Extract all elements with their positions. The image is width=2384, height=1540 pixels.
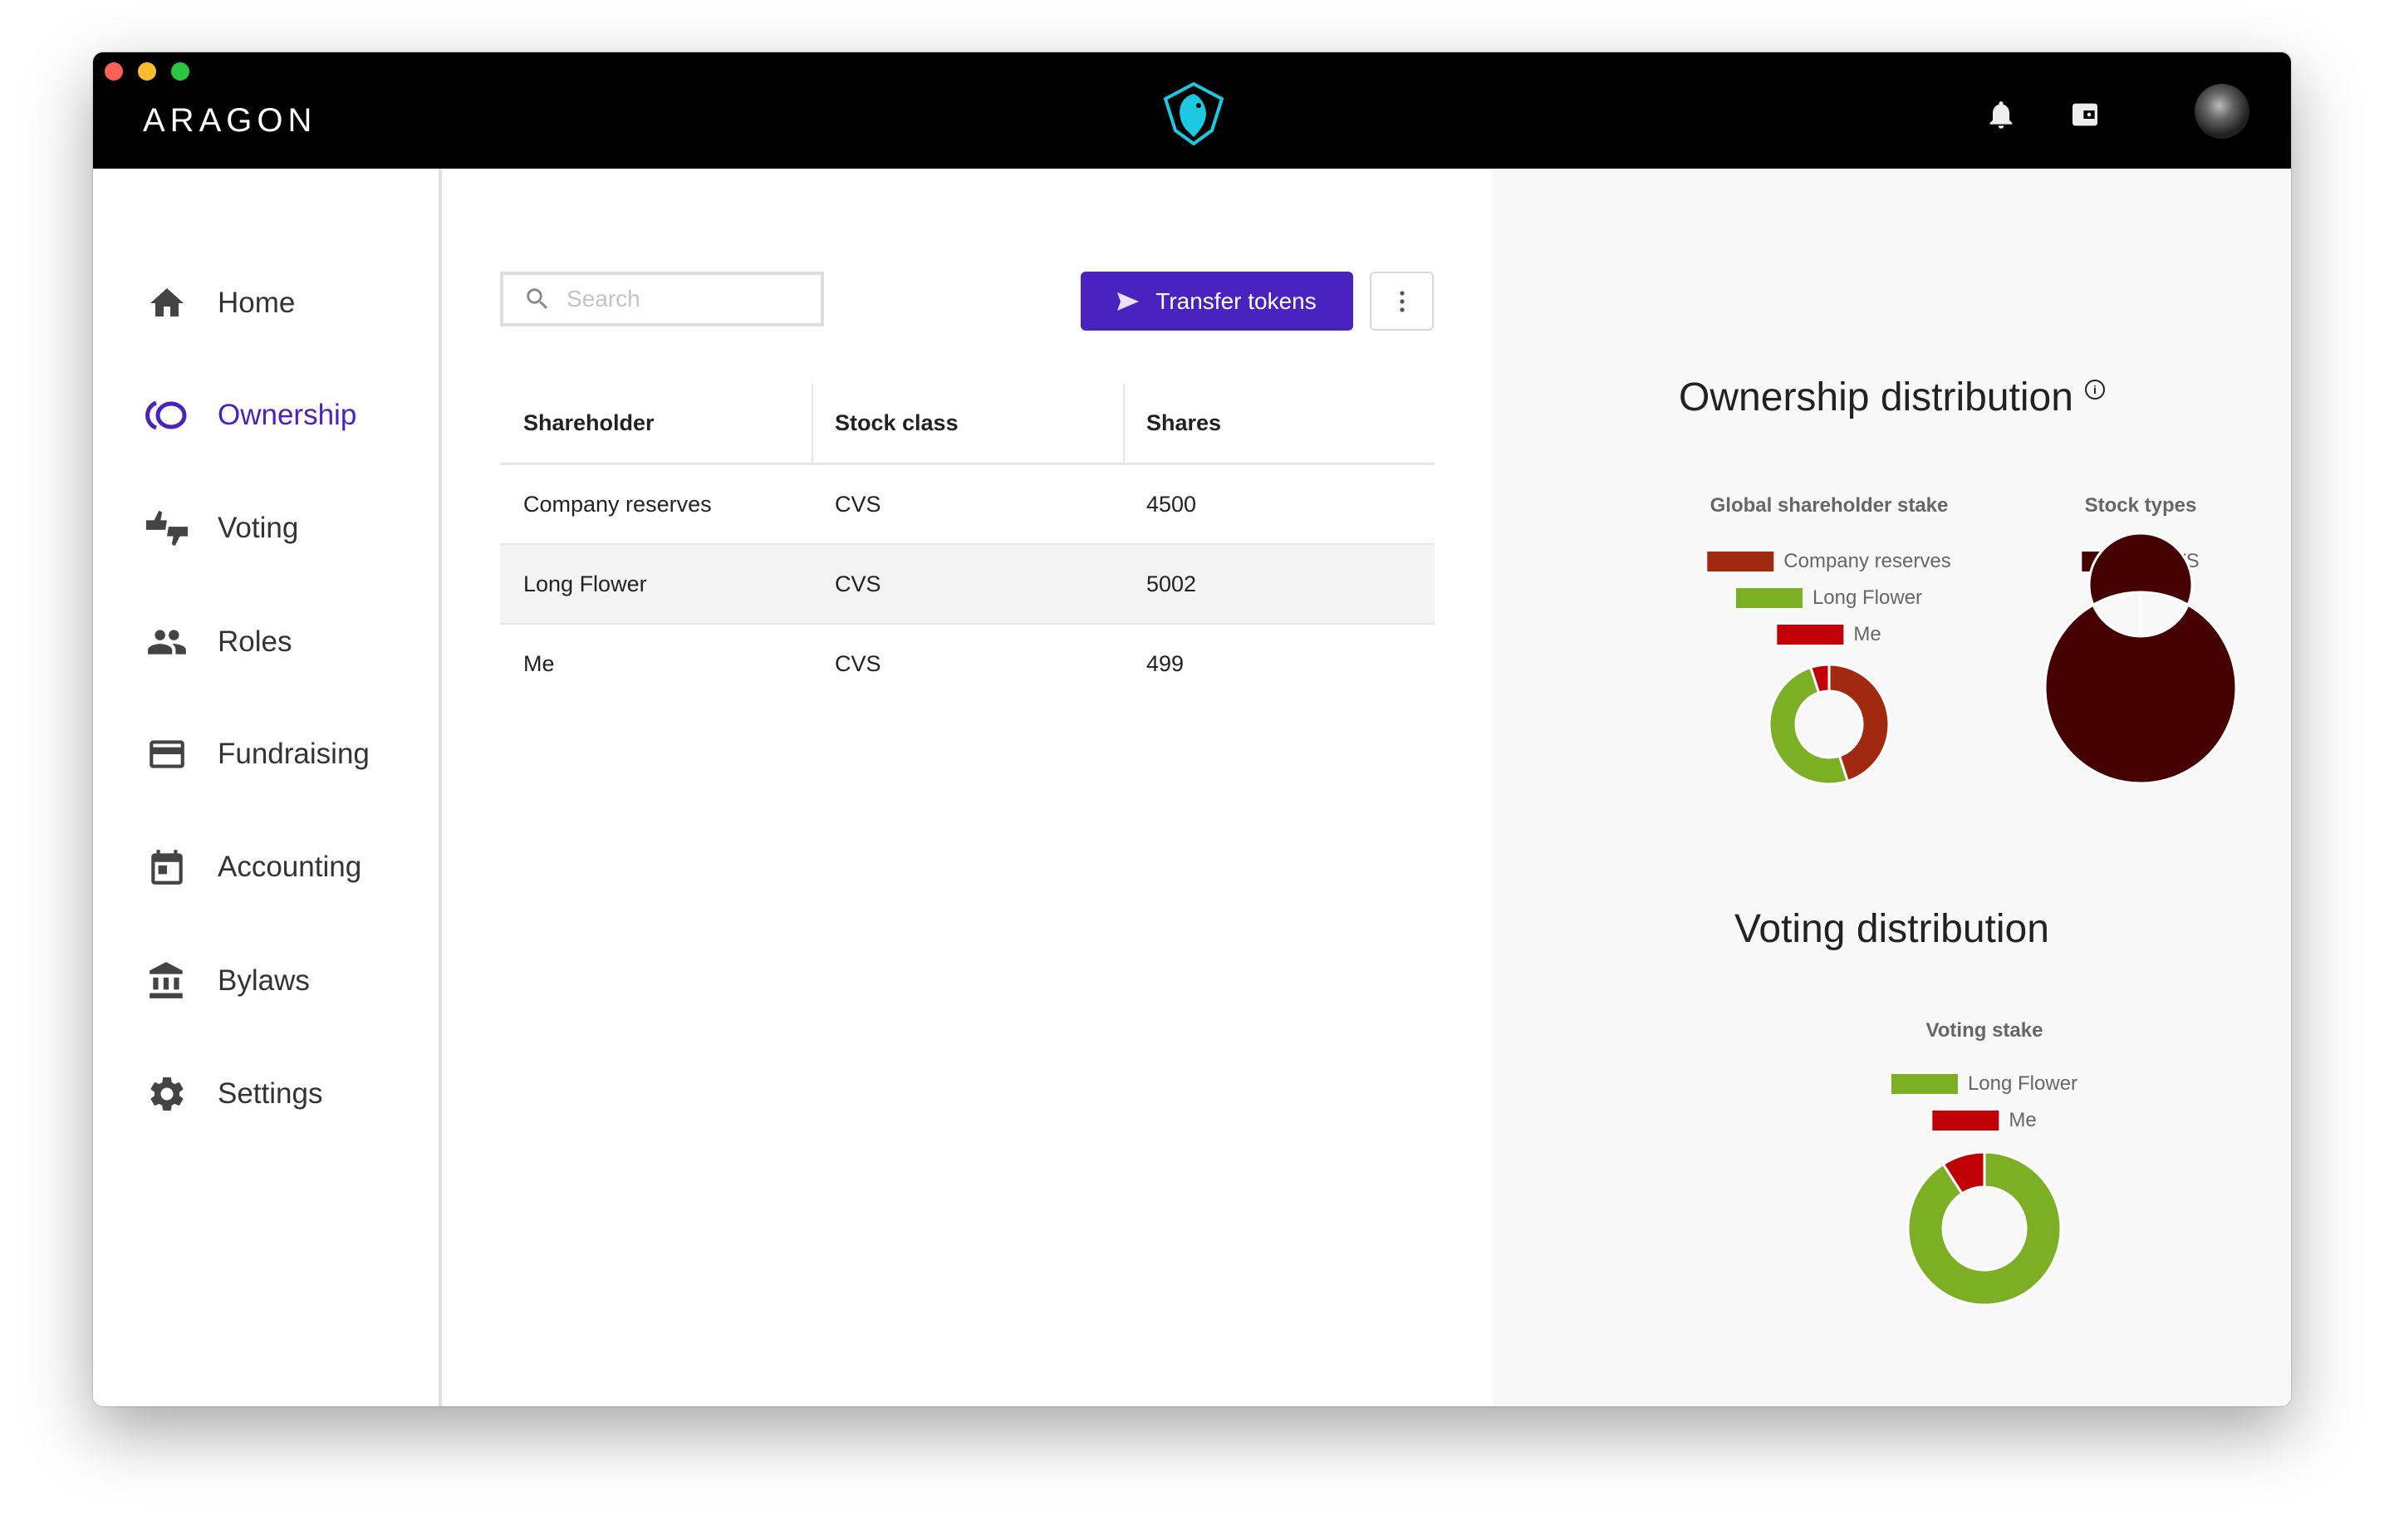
legend-swatch	[1891, 1074, 1958, 1094]
ownership-icon	[145, 393, 189, 438]
chart-title-stock-types: Stock types	[2084, 494, 2197, 517]
legend-swatch	[1735, 588, 1803, 608]
cell-shares: 5002	[1146, 571, 1197, 596]
cell-shareholder: Company reserves	[523, 491, 712, 517]
column-divider	[1123, 384, 1125, 463]
sidebar-item-label: Home	[218, 287, 296, 319]
send-icon	[1117, 292, 1140, 311]
sidebar-item-label: Fundraising	[218, 738, 370, 770]
close-window-button[interactable]	[105, 62, 123, 81]
sidebar-item-label: Bylaws	[218, 964, 310, 997]
table-row[interactable]: Me CVS 499	[500, 625, 1435, 703]
legend-item-company-reserves: Company reserves	[1707, 550, 1951, 573]
ownership-distribution-label: Ownership distribution	[1679, 375, 2073, 419]
gear-icon	[145, 1072, 189, 1116]
sidebar-item-accounting[interactable]: Accounting	[93, 834, 439, 900]
bank-icon	[145, 959, 189, 1003]
voting-distribution-title: Voting distribution	[1734, 907, 2049, 951]
sidebar-item-settings[interactable]: Settings	[93, 1061, 439, 1127]
column-header-shareholder[interactable]: Shareholder	[523, 384, 655, 463]
legend-label: Me	[2009, 1109, 2037, 1131]
more-options-button[interactable]	[1370, 272, 1434, 331]
sidebar-item-label: Voting	[218, 512, 299, 544]
legend-item-long-flower: Long Flower	[1735, 586, 1923, 610]
cell-shareholder: Me	[523, 650, 555, 676]
roles-icon	[145, 620, 189, 665]
sidebar-item-home[interactable]: Home	[93, 270, 439, 336]
column-divider	[812, 384, 813, 463]
sidebar-item-ownership[interactable]: Ownership	[93, 382, 439, 449]
column-header-stock-class[interactable]: Stock class	[835, 384, 959, 463]
table-row[interactable]: Long Flower CVS 5002	[500, 545, 1435, 625]
aragon-eagle-logo-icon	[1163, 82, 1224, 145]
ownership-distribution-title: Ownership distribution i	[1493, 375, 2291, 420]
cell-shareholder: Long Flower	[523, 571, 647, 596]
app-window: ARAGON Home Ownership Voting Roles Fundr…	[93, 52, 2291, 1406]
voting-icon	[145, 506, 189, 551]
notification-bell-icon[interactable]	[1984, 98, 2018, 131]
column-header-shares[interactable]: Shares	[1146, 384, 1221, 463]
user-avatar[interactable]	[2195, 84, 2249, 139]
chart-title-voting-stake: Voting stake	[1925, 1019, 2043, 1042]
stock-types-donut	[2043, 532, 2238, 785]
legend-label: Company reserves	[1783, 550, 1951, 572]
chart-title-global-shareholder-stake: Global shareholder stake	[1710, 494, 1949, 517]
info-icon[interactable]: i	[2084, 380, 2105, 400]
cell-shares: 499	[1146, 650, 1185, 676]
search-input[interactable]	[565, 285, 817, 313]
cell-shares: 4500	[1146, 491, 1197, 517]
cell-stock-class: CVS	[835, 571, 881, 596]
brand-logo[interactable]: ARAGON	[143, 102, 316, 140]
table-row[interactable]: Company reserves CVS 4500	[500, 465, 1435, 545]
calendar-icon	[145, 845, 189, 890]
sidebar-item-label: Settings	[218, 1077, 323, 1110]
main-content: Transfer tokens Shareholder Stock class …	[442, 169, 1493, 1406]
legend-label: Long Flower	[1967, 1072, 2078, 1095]
maximize-window-button[interactable]	[171, 62, 189, 81]
distribution-panel: Ownership distribution i Global sharehold…	[1493, 169, 2291, 1406]
cell-stock-class: CVS	[835, 491, 881, 517]
more-vertical-icon	[1399, 290, 1405, 312]
minimize-window-button[interactable]	[138, 62, 156, 81]
sidebar-item-label: Accounting	[218, 851, 362, 883]
sidebar-item-fundraising[interactable]: Fundraising	[93, 721, 439, 787]
legend-item-me: Me	[1932, 1109, 2037, 1132]
credit-card-icon	[145, 732, 189, 777]
cell-stock-class: CVS	[835, 650, 881, 676]
wallet-icon[interactable]	[2068, 98, 2102, 131]
donut-slice-cvs[interactable]	[2043, 532, 2238, 785]
sidebar-item-label: Roles	[218, 625, 292, 658]
sidebar-item-label: Ownership	[218, 399, 357, 431]
legend-item-long-flower: Long Flower	[1891, 1072, 2077, 1096]
sidebar-item-bylaws[interactable]: Bylaws	[93, 948, 439, 1014]
transfer-tokens-button[interactable]: Transfer tokens	[1081, 272, 1353, 331]
shareholders-table: Shareholder Stock class Shares Company r…	[500, 384, 1435, 703]
table-header-row: Shareholder Stock class Shares	[500, 384, 1435, 465]
legend-swatch	[1707, 552, 1774, 571]
search-field[interactable]	[500, 272, 824, 326]
sidebar-item-voting[interactable]: Voting	[93, 495, 439, 562]
home-icon	[145, 281, 189, 326]
top-bar: ARAGON	[93, 52, 2291, 169]
sidebar-item-roles[interactable]: Roles	[93, 609, 439, 675]
legend-swatch	[1932, 1111, 1999, 1130]
legend-label: Long Flower	[1812, 586, 1923, 609]
transfer-tokens-label: Transfer tokens	[1155, 287, 1317, 314]
sidebar: Home Ownership Voting Roles Fundraising	[93, 169, 442, 1406]
voting-stake-donut	[1906, 1150, 2063, 1307]
global-shareholder-stake-donut	[1768, 663, 1891, 786]
search-icon	[527, 288, 548, 310]
